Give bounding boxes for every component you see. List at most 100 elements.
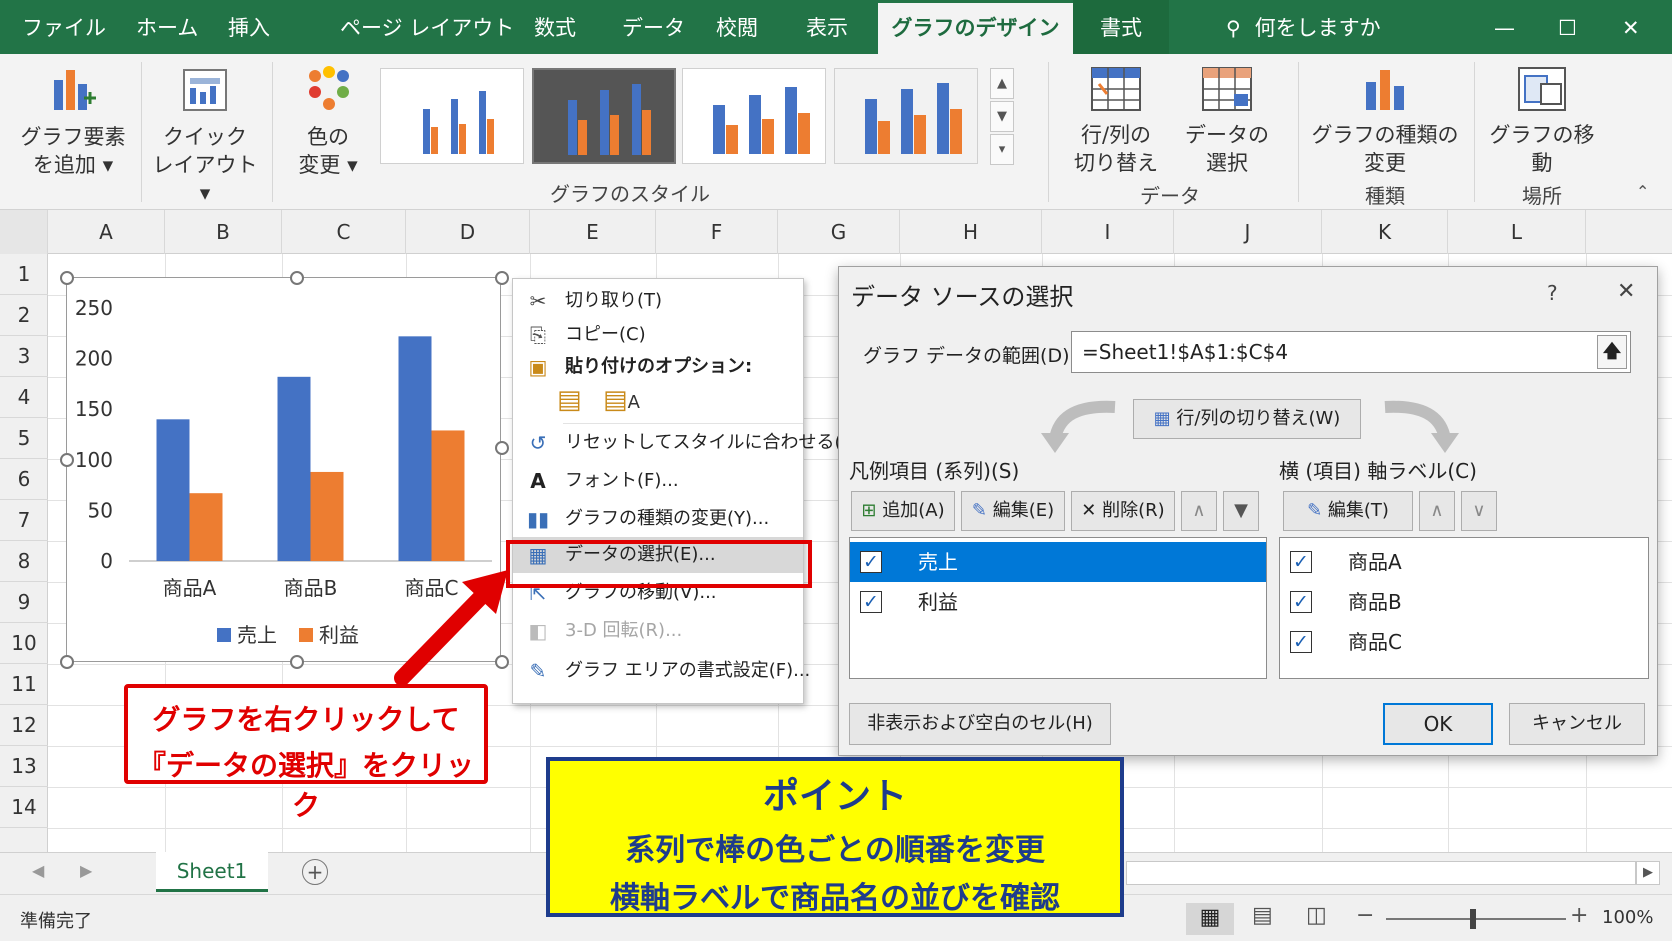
axis-label-checkbox[interactable]: ✓ xyxy=(1290,591,1312,613)
chart-style-4[interactable] xyxy=(834,68,978,164)
paste-option-keep-icon[interactable]: ▤ xyxy=(557,385,582,415)
axis-move-down-button[interactable]: ∨ xyxy=(1461,491,1497,531)
series-row-sales[interactable]: ✓ 売上 xyxy=(850,542,1266,582)
hidden-empty-cells-button[interactable]: 非表示および空白のセル(H) xyxy=(849,703,1111,745)
range-input[interactable]: =Sheet1!$A$1:$C$4 xyxy=(1071,331,1631,373)
row-header[interactable]: 9 xyxy=(0,582,48,623)
column-header[interactable]: L xyxy=(1448,210,1586,254)
row-header[interactable]: 8 xyxy=(0,541,48,582)
row-header[interactable]: 5 xyxy=(0,418,48,459)
row-header[interactable]: 3 xyxy=(0,336,48,377)
series-row-profit[interactable]: ✓ 利益 xyxy=(850,582,1266,622)
chart-style-2[interactable] xyxy=(532,68,676,164)
zoom-out-button[interactable]: − xyxy=(1356,903,1374,928)
resize-handle[interactable] xyxy=(60,271,74,285)
series-checkbox[interactable]: ✓ xyxy=(860,551,882,573)
change-colors-button[interactable]: 色の 変更 ▾ xyxy=(284,64,372,179)
page-break-view-icon[interactable]: ◫ xyxy=(1306,903,1327,928)
menu-item-cut[interactable]: ✂ 切り取り(T) xyxy=(513,283,803,319)
tab-home[interactable]: ホーム xyxy=(136,0,198,54)
tab-review[interactable]: 校閲 xyxy=(716,0,758,54)
styles-scroll-down-button[interactable]: ▼ xyxy=(990,101,1014,132)
axis-label-checkbox[interactable]: ✓ xyxy=(1290,551,1312,573)
row-header[interactable]: 10 xyxy=(0,623,48,664)
resize-handle[interactable] xyxy=(60,655,74,669)
help-button[interactable]: ? xyxy=(1547,281,1558,305)
paste-option-text-icon[interactable]: ▤A xyxy=(603,385,640,415)
axis-label-row[interactable]: ✓ 商品C xyxy=(1280,622,1648,662)
resize-handle[interactable] xyxy=(60,453,74,467)
close-window-button[interactable]: ✕ xyxy=(1622,0,1640,54)
move-up-button[interactable]: ∧ xyxy=(1181,491,1217,531)
chart-style-3[interactable] xyxy=(682,68,826,164)
tab-page-layout[interactable]: ページ レイアウト xyxy=(340,0,514,54)
column-header[interactable]: D xyxy=(406,210,530,254)
column-header[interactable]: E xyxy=(530,210,656,254)
axis-label-row[interactable]: ✓ 商品B xyxy=(1280,582,1648,622)
column-header[interactable]: I xyxy=(1042,210,1174,254)
menu-item-format-chart-area[interactable]: ✎ グラフ エリアの書式設定(F)... xyxy=(513,653,811,689)
edit-series-button[interactable]: ✎ 編集(E) xyxy=(961,491,1065,531)
delete-series-button[interactable]: ✕ 削除(R) xyxy=(1071,491,1175,531)
add-chart-element-button[interactable]: グラフ要素 を追加 ▾ xyxy=(18,64,128,179)
zoom-slider-thumb[interactable] xyxy=(1470,909,1476,929)
add-sheet-icon[interactable]: + xyxy=(302,859,328,885)
collapse-range-button[interactable]: 🡅 xyxy=(1597,335,1627,369)
axis-label-checkbox[interactable]: ✓ xyxy=(1290,631,1312,653)
tab-data[interactable]: データ xyxy=(622,0,685,54)
menu-item-change-chart-type[interactable]: ▮▮ グラフの種類の変更(Y)... xyxy=(513,501,803,537)
row-header[interactable]: 11 xyxy=(0,664,48,705)
row-header[interactable]: 14 xyxy=(0,787,48,828)
switch-row-column-dialog-button[interactable]: ▦ 行/列の切り替え(W) xyxy=(1133,399,1361,439)
select-data-button[interactable]: データの 選択 xyxy=(1172,64,1282,177)
tab-formulas[interactable]: 数式 xyxy=(534,0,576,54)
scroll-sheets-left-icon[interactable]: ◀ xyxy=(32,861,44,880)
maximize-button[interactable]: ☐ xyxy=(1558,0,1577,54)
tab-file[interactable]: ファイル xyxy=(22,0,106,54)
quick-layout-button[interactable]: クイック レイアウト ▾ xyxy=(150,64,260,207)
resize-handle[interactable] xyxy=(290,655,304,669)
add-series-button[interactable]: ⊞ 追加(A) xyxy=(851,491,955,531)
cancel-button[interactable]: キャンセル xyxy=(1509,703,1645,745)
normal-view-icon[interactable]: ▦ xyxy=(1186,903,1234,935)
tab-format[interactable]: 書式 xyxy=(1073,0,1169,54)
menu-item-copy[interactable]: ⎘ コピー(C) xyxy=(513,317,803,353)
ok-button[interactable]: OK xyxy=(1383,703,1493,745)
zoom-in-button[interactable]: + xyxy=(1570,903,1588,928)
row-header[interactable]: 6 xyxy=(0,459,48,500)
move-chart-button[interactable]: グラフの移動 xyxy=(1482,64,1602,177)
row-header[interactable]: 12 xyxy=(0,705,48,746)
row-header[interactable]: 1 xyxy=(0,254,48,295)
row-header[interactable]: 13 xyxy=(0,746,48,787)
column-header[interactable]: H xyxy=(900,210,1042,254)
column-header[interactable]: A xyxy=(48,210,165,254)
page-layout-view-icon[interactable]: ▤ xyxy=(1252,903,1273,928)
tab-insert[interactable]: 挿入 xyxy=(228,0,270,54)
horizontal-scrollbar[interactable] xyxy=(1126,861,1636,885)
edit-axis-labels-button[interactable]: ✎ 編集(T) xyxy=(1283,491,1413,531)
styles-scroll-up-button[interactable]: ▲ xyxy=(990,68,1014,99)
series-checkbox[interactable]: ✓ xyxy=(860,591,882,613)
axis-move-up-button[interactable]: ∧ xyxy=(1419,491,1455,531)
select-all-corner[interactable] xyxy=(0,210,48,254)
tab-chart-design[interactable]: グラフのデザイン xyxy=(878,3,1073,57)
zoom-slider[interactable] xyxy=(1386,918,1566,920)
row-header[interactable]: 4 xyxy=(0,377,48,418)
menu-item-font[interactable]: A フォント(F)... xyxy=(513,463,803,499)
row-header[interactable]: 7 xyxy=(0,500,48,541)
dialog-close-button[interactable]: ✕ xyxy=(1617,279,1635,304)
column-header[interactable]: G xyxy=(778,210,900,254)
column-header[interactable]: J xyxy=(1174,210,1322,254)
chart-style-1[interactable] xyxy=(380,68,524,164)
tab-view[interactable]: 表示 xyxy=(806,0,848,54)
column-header[interactable]: F xyxy=(656,210,778,254)
column-header[interactable]: B xyxy=(165,210,282,254)
axis-label-row[interactable]: ✓ 商品A xyxy=(1280,542,1648,582)
styles-more-button[interactable]: ▾ xyxy=(990,134,1014,165)
sheet-tab-sheet1[interactable]: Sheet1 xyxy=(156,852,268,892)
column-header[interactable]: K xyxy=(1322,210,1448,254)
move-down-button[interactable]: ▼ xyxy=(1223,491,1259,531)
resize-handle[interactable] xyxy=(290,271,304,285)
tell-me-search[interactable]: ⚲ 何をしますか xyxy=(1226,0,1381,54)
switch-row-column-button[interactable]: 行/列の 切り替え xyxy=(1066,64,1166,177)
